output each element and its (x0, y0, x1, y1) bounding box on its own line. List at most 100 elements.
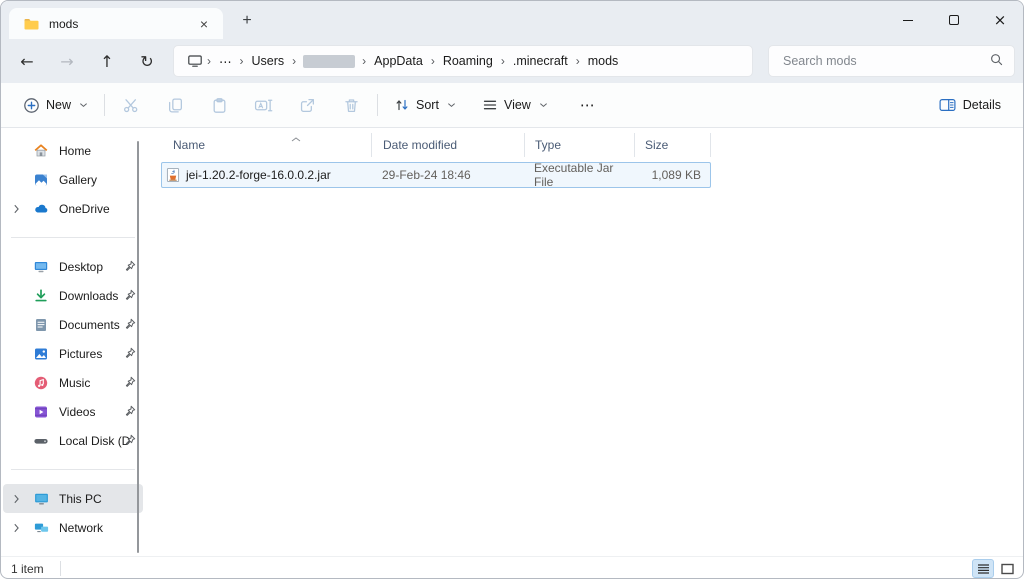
address-bar[interactable]: › ⋯ › Users › › AppData › Roaming › .min… (173, 45, 753, 77)
file-list-pane: Name Date modified Type Size jei-1.20.2-… (149, 128, 1023, 556)
redacted-username (303, 55, 355, 68)
sidebar-item-videos[interactable]: Videos (3, 397, 143, 426)
file-explorer-window: mods × + × ← → ↑ ↻ › ⋯ › Users › › AppDa… (0, 0, 1024, 579)
sidebar-item-local-disk-d[interactable]: Local Disk (D: (3, 426, 143, 455)
pin-icon (124, 289, 136, 304)
back-button[interactable]: ← (7, 45, 47, 77)
navigation-pane: Home Gallery OneDrive Desktop (1, 128, 149, 556)
tab-close-icon[interactable]: × (193, 13, 215, 35)
sidebar-item-onedrive[interactable]: OneDrive (3, 194, 143, 223)
pin-icon (124, 260, 136, 275)
navigation-bar: ← → ↑ ↻ › ⋯ › Users › › AppData › Roamin… (1, 39, 1023, 83)
sidebar-item-downloads[interactable]: Downloads (3, 281, 143, 310)
file-name: jei-1.20.2-forge-16.0.0.2.jar (186, 168, 331, 182)
view-button[interactable]: View (474, 91, 556, 119)
sidebar-item-label: Music (59, 376, 90, 390)
chevron-right-icon[interactable] (7, 204, 25, 214)
breadcrumb-users[interactable]: Users (245, 51, 292, 71)
sidebar-item-label: Documents (59, 318, 120, 332)
tab-title: mods (49, 17, 193, 31)
folder-icon (23, 16, 39, 32)
home-icon (32, 143, 50, 159)
delete-button[interactable] (333, 89, 369, 121)
breadcrumb-roaming[interactable]: Roaming (436, 51, 500, 71)
file-date-cell: 29-Feb-24 18:46 (371, 168, 524, 182)
chevron-right-icon[interactable] (7, 523, 25, 533)
pin-icon (124, 434, 136, 449)
new-tab-button[interactable]: + (237, 11, 257, 31)
details-pane-button[interactable]: Details (930, 91, 1009, 119)
file-row-selected[interactable]: jei-1.20.2-forge-16.0.0.2.jar 29-Feb-24 … (161, 162, 711, 188)
breadcrumb-minecraft[interactable]: .minecraft (506, 51, 575, 71)
details-view-button[interactable] (972, 559, 994, 578)
jar-file-icon (165, 167, 181, 183)
sidebar-item-pictures[interactable]: Pictures (3, 339, 143, 368)
close-button[interactable]: × (977, 1, 1023, 39)
details-view-icon (977, 563, 990, 575)
sort-ascending-icon (291, 131, 301, 145)
disk-icon (32, 433, 50, 449)
search-box[interactable] (768, 45, 1015, 77)
documents-icon (32, 317, 50, 333)
sidebar-scrollbar[interactable] (137, 141, 139, 553)
explorer-tab[interactable]: mods × (9, 8, 223, 39)
sidebar-item-label: This PC (59, 492, 102, 506)
trash-icon (343, 97, 360, 114)
this-pc-icon[interactable] (186, 53, 204, 69)
gallery-icon (32, 172, 50, 188)
sidebar-separator (11, 469, 135, 470)
window-titlebar: mods × + × (1, 1, 1023, 39)
refresh-button[interactable]: ↻ (127, 45, 167, 77)
large-icons-view-button[interactable] (996, 559, 1018, 578)
sidebar-item-home[interactable]: Home (3, 136, 143, 165)
copy-icon (167, 97, 184, 114)
view-icon (482, 97, 498, 113)
sidebar-item-network[interactable]: Network (3, 513, 143, 542)
sidebar-item-desktop[interactable]: Desktop (3, 252, 143, 281)
sidebar-item-label: Videos (59, 405, 95, 419)
close-icon: × (994, 11, 1007, 29)
cut-button[interactable] (113, 89, 149, 121)
sidebar-item-label: Gallery (59, 173, 97, 187)
view-button-label: View (504, 98, 531, 112)
pin-icon (124, 318, 136, 333)
minimize-button[interactable] (885, 1, 931, 39)
breadcrumb-overflow[interactable]: ⋯ (212, 51, 239, 72)
sidebar-item-documents[interactable]: Documents (3, 310, 143, 339)
pin-icon (124, 376, 136, 391)
pin-icon (124, 347, 136, 362)
new-button-label: New (46, 98, 71, 112)
plus-circle-icon (23, 97, 40, 114)
file-type-cell: Executable Jar File (524, 161, 634, 189)
maximize-button[interactable] (931, 1, 977, 39)
up-button[interactable]: ↑ (87, 45, 127, 77)
search-input[interactable] (783, 54, 989, 68)
column-header-size[interactable]: Size (634, 133, 711, 157)
share-button[interactable] (289, 89, 325, 121)
paste-button[interactable] (201, 89, 237, 121)
breadcrumb-mods[interactable]: mods (581, 51, 626, 71)
command-toolbar: New Sort View (1, 83, 1023, 128)
breadcrumb-appdata[interactable]: AppData (367, 51, 430, 71)
search-icon (989, 52, 1004, 70)
column-header-type[interactable]: Type (524, 133, 634, 157)
desktop-icon (32, 259, 50, 275)
maximize-icon (949, 15, 959, 25)
onedrive-icon (32, 201, 50, 217)
forward-button[interactable]: → (47, 45, 87, 77)
sort-button[interactable]: Sort (386, 91, 464, 119)
copy-button[interactable] (157, 89, 193, 121)
column-header-name[interactable]: Name (161, 133, 371, 157)
sidebar-item-this-pc[interactable]: This PC (3, 484, 143, 513)
sidebar-item-gallery[interactable]: Gallery (3, 165, 143, 194)
rename-button[interactable] (245, 89, 281, 121)
column-header-date-modified[interactable]: Date modified (371, 133, 524, 157)
chevron-right-icon[interactable] (7, 494, 25, 504)
new-button[interactable]: New (15, 91, 96, 120)
sidebar-item-label: Local Disk (D: (59, 434, 131, 448)
minimize-icon (903, 20, 913, 21)
more-options-button[interactable]: ⋯ (570, 96, 606, 114)
this-pc-monitor-icon (32, 491, 50, 507)
sidebar-item-music[interactable]: Music (3, 368, 143, 397)
breadcrumb-chevron: › (239, 54, 245, 68)
